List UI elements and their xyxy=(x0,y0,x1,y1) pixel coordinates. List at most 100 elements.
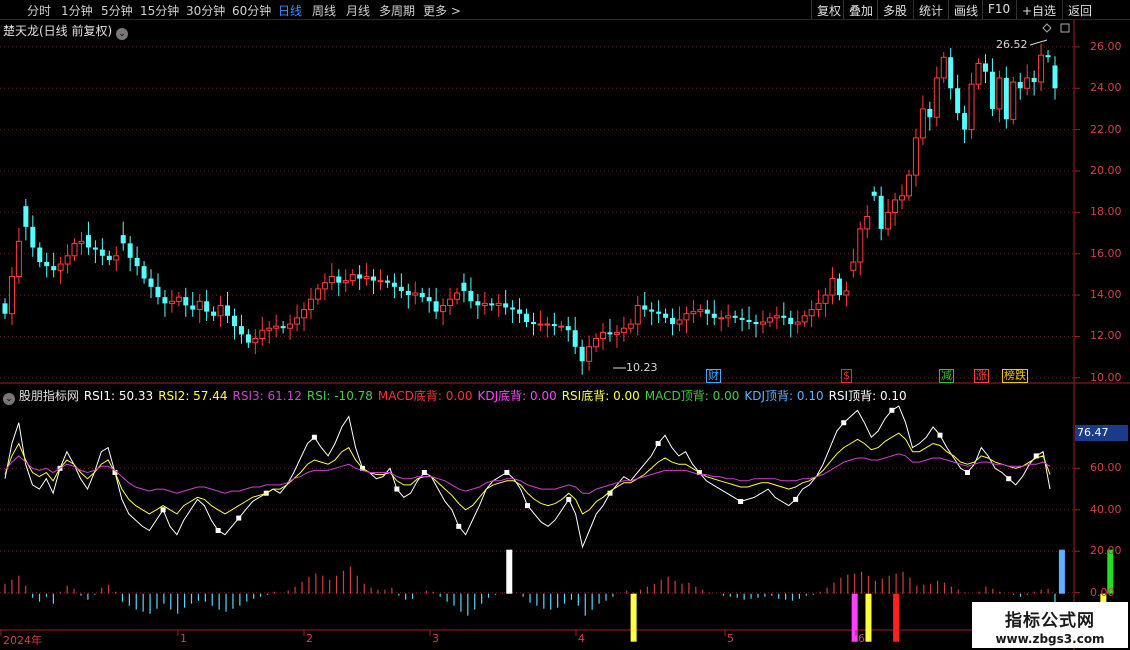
candle-body xyxy=(468,290,474,302)
candle-body xyxy=(113,255,120,261)
candle-body xyxy=(656,311,662,314)
candle-body xyxy=(141,266,147,279)
x-axis-label: 6 xyxy=(858,632,865,645)
candle-body xyxy=(788,317,794,325)
candle-body xyxy=(391,282,397,287)
current-rsi-tag: 76.47 xyxy=(1075,425,1128,441)
candle-body xyxy=(642,305,648,310)
price-axis-label: 18.00 xyxy=(1090,205,1122,219)
candle-body xyxy=(871,191,877,196)
candle-body xyxy=(919,108,926,139)
candle-body xyxy=(857,228,864,263)
rsi-line-rsi3 xyxy=(4,453,1051,494)
candle-body xyxy=(419,293,425,298)
signal-bar xyxy=(630,593,637,642)
candle-body xyxy=(134,257,140,267)
signal-bar xyxy=(893,593,900,642)
candle-body xyxy=(663,313,669,318)
candle-body xyxy=(99,249,105,256)
candle-body xyxy=(794,321,801,325)
candle-body xyxy=(148,278,154,287)
candle-body xyxy=(579,346,585,362)
candle-body xyxy=(704,309,710,314)
candle-body xyxy=(294,317,301,325)
candle-body xyxy=(196,300,203,311)
candle-body xyxy=(405,290,411,296)
candle-body xyxy=(711,313,717,318)
candle-body xyxy=(593,338,600,348)
candle-body xyxy=(544,323,551,326)
candle-body xyxy=(753,321,759,325)
candle-body xyxy=(8,275,15,315)
candle-body xyxy=(15,240,22,277)
event-marker-0[interactable]: 财 xyxy=(706,369,721,383)
candle-body xyxy=(433,301,439,312)
rsi-marker xyxy=(311,434,317,440)
rsi-marker xyxy=(421,469,427,475)
candle-body xyxy=(808,309,815,317)
x-axis-label: 4 xyxy=(578,632,585,645)
candle-body xyxy=(948,57,954,89)
candle-body xyxy=(1031,77,1037,83)
candle-body xyxy=(982,63,988,72)
candle-body xyxy=(190,305,196,310)
candle-body xyxy=(384,280,390,283)
candle-body xyxy=(231,315,237,327)
chevron-down-icon[interactable]: ⌄ xyxy=(3,393,15,405)
x-axis-label: 3 xyxy=(432,632,439,645)
candle-body xyxy=(517,309,523,314)
candle-body xyxy=(551,324,557,327)
candle-body xyxy=(489,303,495,306)
rsi-line-rsi2 xyxy=(4,432,1051,515)
candle-body xyxy=(600,331,607,340)
candle-body xyxy=(968,83,975,131)
candle-body xyxy=(252,338,259,344)
chevron-down-icon[interactable]: ⌄ xyxy=(116,28,129,40)
rsi-line-rsi1 xyxy=(4,405,1051,549)
candle-body xyxy=(940,56,947,79)
indicator-value-3: RSI: -10.78 xyxy=(306,389,373,403)
rsi-marker xyxy=(655,440,661,446)
price-axis-label: 16.00 xyxy=(1090,246,1122,260)
candle-body xyxy=(349,273,356,282)
candle-body xyxy=(732,315,738,318)
candle-body xyxy=(211,311,217,316)
candle-body xyxy=(613,331,620,335)
stock-title: 楚天龙(日线 前复权) ⌄ xyxy=(3,22,129,40)
indicator-title-row: ⌄ 股朋指标网 RSI1: 50.33 RSI2: 57.44 RSI3: 61.12… xyxy=(3,387,907,405)
candle-body xyxy=(801,315,808,323)
candle-body xyxy=(162,297,168,304)
candle-body xyxy=(259,329,266,340)
candle-body xyxy=(92,247,98,250)
rsi-axis-label: 20.00 xyxy=(1090,544,1122,558)
candle-body xyxy=(878,195,884,229)
watermark: 指标公式网 www.zbgs3.com xyxy=(972,602,1128,648)
event-marker-2[interactable]: 减 xyxy=(939,369,954,383)
watermark-title: 指标公式网 xyxy=(1005,611,1095,631)
candle-body xyxy=(843,290,850,296)
price-axis-label: 14.00 xyxy=(1090,288,1122,302)
candle-body xyxy=(905,174,912,197)
candle-body xyxy=(537,323,544,326)
candle-body xyxy=(962,113,968,130)
event-marker-3[interactable]: 涨 xyxy=(974,369,989,383)
candle-body xyxy=(524,313,530,322)
candle-body xyxy=(426,297,432,302)
high-price-label: 26.52 xyxy=(996,38,1028,51)
candle-body xyxy=(342,280,349,284)
candle-body xyxy=(676,319,683,325)
candle-body xyxy=(864,215,871,230)
event-marker-4[interactable]: 榜跌 xyxy=(1002,369,1028,383)
candle-body xyxy=(461,282,467,291)
signal-bar xyxy=(1058,549,1065,594)
candle-body xyxy=(1052,65,1058,89)
indicator-value-4: MACD底背: 0.00 xyxy=(377,389,473,403)
candle-body xyxy=(649,309,655,312)
candle-body xyxy=(37,247,43,262)
candle-body xyxy=(51,266,57,271)
event-marker-1[interactable]: $ xyxy=(841,369,852,383)
rsi-marker xyxy=(738,498,744,504)
candle-body xyxy=(565,326,571,331)
candle-body xyxy=(453,292,460,300)
x-axis-label: 2 xyxy=(306,632,313,645)
